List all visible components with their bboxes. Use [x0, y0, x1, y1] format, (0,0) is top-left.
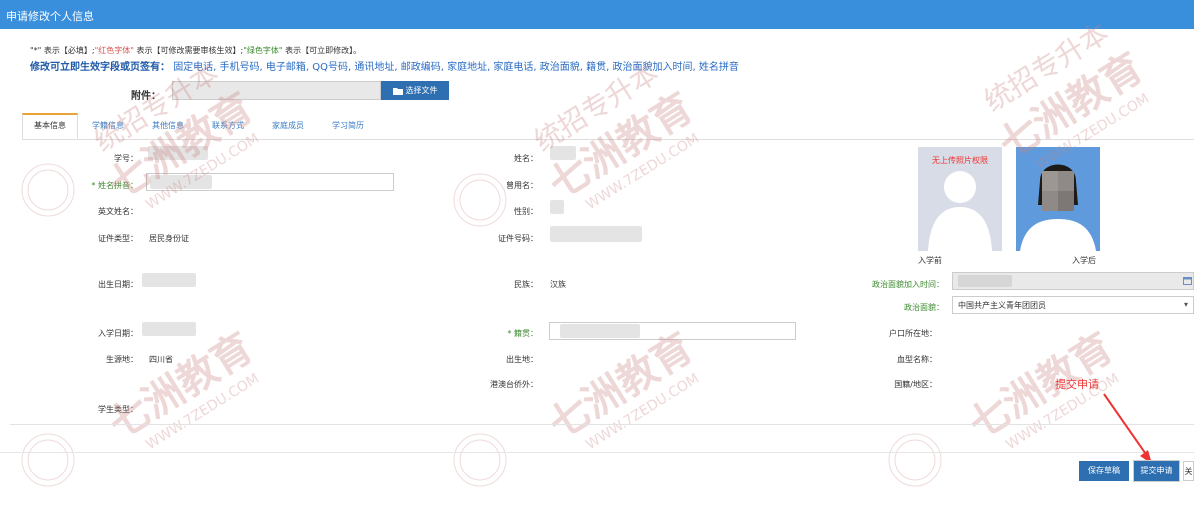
tab-bar: 基本信息 学籍信息 其他信息 联系方式 家庭成员 学习简历 [22, 113, 1194, 140]
no-upload-permission-text: 无上传照片权限 [932, 156, 988, 165]
hukou-label: 户口所在地： [889, 329, 937, 338]
tab-contact[interactable]: 联系方式 [202, 113, 254, 139]
instant-fields-note: 修改可立即生效字段或页签有： 固定电话, 手机号码, 电子邮箱, QQ号码, 通… [30, 58, 739, 73]
watermark-url: WWW.7ZEDU.COM [143, 131, 262, 213]
ethnicity-label: 民族： [514, 280, 538, 289]
photo-after [1016, 147, 1100, 251]
native-place-value [560, 324, 640, 338]
name-value [550, 146, 576, 160]
tab-resume[interactable]: 学习简历 [322, 113, 374, 139]
english-name-label: 英文姓名： [98, 207, 138, 216]
choose-file-button[interactable]: 选择文件 [381, 81, 449, 100]
student-no-value [148, 146, 208, 160]
gender-value [550, 200, 564, 214]
instant-fields-list: 固定电话, 手机号码, 电子邮箱, QQ号码, 通讯地址, 邮政编码, 家庭地址… [173, 62, 739, 73]
watermark-url: WWW.7ZEDU.COM [143, 371, 262, 453]
source-value: 四川省 [149, 355, 173, 364]
overseas-label: 港澳台侨外： [490, 380, 538, 389]
name-label: 姓名： [514, 154, 538, 163]
save-draft-button[interactable]: 保存草稿 [1079, 461, 1129, 481]
watermark-url: WWW.7ZEDU.COM [583, 131, 702, 213]
photo-after-label: 入学后 [1072, 256, 1096, 265]
name-pinyin-value [150, 175, 212, 189]
close-button[interactable]: 关 [1183, 461, 1194, 481]
gender-label: 性别： [514, 207, 538, 216]
nationality-label: 国籍/地区： [894, 380, 937, 389]
watermark-brand: 七洲教育 [101, 325, 261, 449]
attachment-label: 附件： [131, 91, 161, 102]
political-join-time-label: 政治面貌加入时间： [872, 280, 944, 289]
enroll-date-label: 入学日期： [98, 329, 138, 338]
birthplace-label: 出生地： [506, 355, 538, 364]
ethnicity-value: 汉族 [550, 280, 566, 289]
former-name-label: 曾用名： [506, 181, 538, 190]
legend-required: "*" 表示【必填】; [30, 46, 95, 55]
watermark-url: WWW.7ZEDU.COM [583, 371, 702, 453]
tab-other-info[interactable]: 其他信息 [142, 113, 194, 139]
blood-type-label: 血型名称： [897, 355, 937, 364]
native-place-label: * 籍贯： [507, 329, 538, 338]
choose-file-label: 选择文件 [405, 86, 438, 95]
id-no-label: 证件号码： [498, 234, 538, 243]
watermark-layer: 七洲教育 统招专升本 WWW.7ZEDU.COM 七洲教育 统招专升本 WWW.… [21, 16, 1152, 487]
name-pinyin-label: * 姓名拼音： [91, 181, 138, 190]
photo-before: 无上传照片权限 [918, 147, 1002, 251]
calendar-icon[interactable] [1183, 276, 1192, 285]
tab-family[interactable]: 家庭成员 [262, 113, 314, 139]
legend-instant: 表示【可立即修改】。 [282, 46, 362, 55]
student-no-label: 学号： [114, 154, 138, 163]
political-join-time-value [958, 275, 1012, 287]
form-divider [10, 424, 1194, 425]
chevron-down-icon: ▾ [1184, 300, 1189, 309]
legend-review: 表示【可修改需要审核生效】; [133, 46, 244, 55]
tab-enrollment-info[interactable]: 学籍信息 [82, 113, 134, 139]
annotation-arrow-icon [1103, 393, 1152, 464]
source-label: 生源地： [106, 355, 138, 364]
legend-note: "*" 表示【必填】;"红色字体" 表示【可修改需要审核生效】;"绿色字体" 表… [30, 45, 361, 56]
photo-before-label: 入学前 [918, 256, 942, 265]
instant-fields-label: 修改可立即生效字段或页签有： [30, 62, 170, 73]
id-no-value [550, 226, 642, 242]
submit-button[interactable]: 提交申请 [1133, 460, 1180, 482]
legend-red-text: "红色字体" [94, 46, 134, 55]
id-type-label: 证件类型： [98, 234, 138, 243]
tab-basic-info[interactable]: 基本信息 [22, 113, 78, 139]
window-title-bar: 申请修改个人信息 [0, 0, 1194, 29]
footer-divider [0, 452, 1194, 453]
student-photo-icon [1020, 164, 1096, 251]
political-status-select[interactable]: 中国共产主义青年团团员 ▾ [952, 296, 1194, 314]
window-title: 申请修改个人信息 [6, 10, 94, 23]
submit-callout-text: 提交申请 [1055, 378, 1099, 391]
watermark-side: 统招专升本 [978, 16, 1114, 118]
birth-date-label: 出生日期： [98, 280, 138, 289]
enroll-date-value [142, 322, 196, 336]
watermark-brand: 七洲教育 [541, 325, 701, 449]
student-type-label: 学生类型： [98, 405, 138, 414]
id-type-value: 居民身份证 [149, 234, 189, 243]
legend-green-text: "绿色字体" [243, 46, 283, 55]
attachment-input[interactable] [172, 81, 381, 100]
birth-date-value [142, 273, 196, 287]
political-status-label: 政治面貌： [904, 303, 944, 312]
political-status-value: 中国共产主义青年团团员 [958, 301, 1046, 310]
folder-icon [392, 87, 403, 95]
